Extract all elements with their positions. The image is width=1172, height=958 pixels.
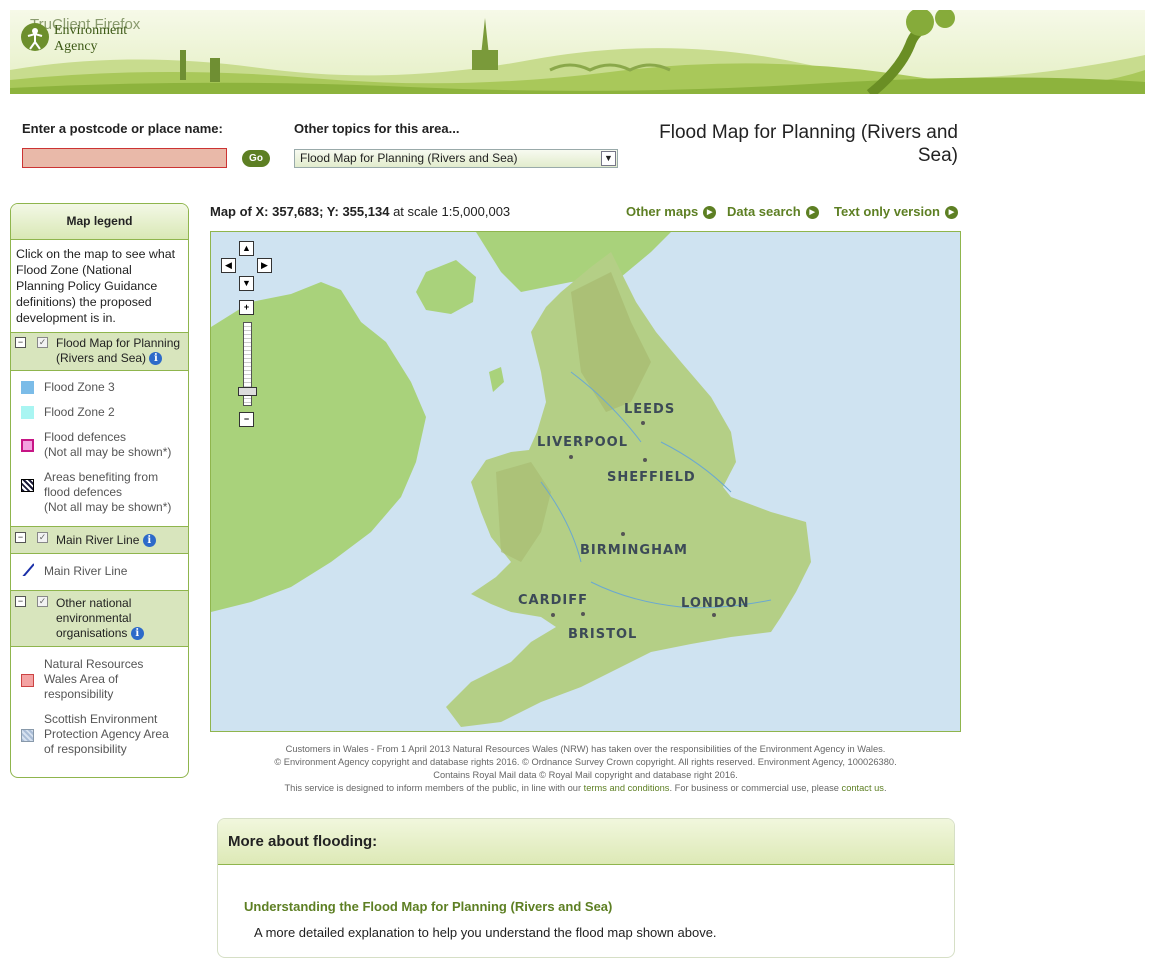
arrow-right-icon: ▶ [944, 206, 958, 220]
footer-line: This service is designed to inform membe… [284, 783, 887, 793]
footer-line: Contains Royal Mail data © Royal Mail co… [433, 770, 738, 780]
info-icon[interactable]: i [142, 534, 156, 548]
pan-left-button[interactable]: ◀ [221, 258, 236, 273]
layer-name: Main River Line [56, 533, 140, 547]
topics-label: Other topics for this area... [294, 121, 460, 136]
zoom-in-button[interactable]: + [239, 300, 254, 315]
legend-item: Areas benefiting from flood defences (No… [11, 470, 181, 515]
legend-item: Main River Line [11, 563, 181, 579]
footer-line: Customers in Wales - From 1 April 2013 N… [285, 744, 886, 754]
agency-name-line1: Environment [54, 23, 128, 38]
terms-link[interactable]: terms and conditions [584, 783, 670, 793]
copyright-footer: Customers in Wales - From 1 April 2013 N… [210, 743, 961, 795]
pan-down-button[interactable]: ▼ [239, 276, 254, 291]
legend-item: Flood Zone 2 [11, 405, 181, 420]
northern-ireland [416, 260, 476, 314]
text-only-link[interactable]: Text only version ▶ [834, 204, 958, 220]
city-label-cardiff: CARDIFF [518, 593, 588, 608]
flood-map-explanation-desc: A more detailed explanation to help you … [254, 925, 717, 940]
legend-item: Scottish Environment Protection Agency A… [11, 712, 181, 757]
postcode-label: Enter a postcode or place name: [22, 121, 223, 136]
layer-main-river: − ✓ Main River Line i [11, 527, 188, 554]
go-button[interactable]: Go [242, 150, 270, 167]
birmingham-marker [621, 532, 625, 536]
pan-up-button[interactable]: ▲ [239, 241, 254, 256]
map-coordinates-value: Map of X: 357,683; Y: 355,134 [210, 204, 390, 219]
legend-item: Flood Zone 3 [11, 380, 181, 395]
sheffield-marker [643, 458, 647, 462]
map-coordinates: Map of X: 357,683; Y: 355,134 at scale 1… [210, 204, 510, 219]
landscape-illustration [10, 10, 1145, 94]
legend-title: Map legend [11, 204, 188, 240]
collapse-toggle[interactable]: − [15, 596, 26, 607]
layer-checkbox[interactable]: ✓ [37, 532, 48, 543]
flood-zone-2-swatch [21, 406, 34, 419]
city-label-birmingham: BIRMINGHAM [580, 543, 688, 558]
agency-logo-icon [21, 23, 49, 51]
flood-defences-icon [21, 439, 34, 452]
city-label-leeds: LEEDS [624, 402, 675, 417]
more-about-flooding-panel: More about flooding: Understanding the F… [217, 818, 955, 958]
chevron-down-icon[interactable]: ▼ [601, 151, 616, 166]
layer-checkbox[interactable]: ✓ [37, 596, 48, 607]
isle-of-man [489, 367, 504, 392]
postcode-input[interactable] [22, 148, 227, 168]
main-river-items: Main River Line [11, 554, 188, 591]
panel-title: More about flooding: [218, 819, 954, 865]
bristol-marker [581, 612, 585, 616]
leeds-marker [641, 421, 645, 425]
footer-line: © Environment Agency copyright and datab… [274, 757, 897, 767]
hatched-area-icon [21, 479, 34, 492]
layer-checkbox[interactable]: ✓ [37, 337, 48, 348]
river-line-icon [22, 563, 34, 576]
other-maps-link[interactable]: Other maps ▶ [626, 204, 717, 220]
map-legend: Map legend Click on the map to see what … [10, 203, 189, 778]
city-label-london: LONDON [681, 596, 749, 611]
contact-link[interactable]: contact us [842, 783, 884, 793]
city-label-liverpool: LIVERPOOL [537, 435, 628, 450]
layer-other-orgs: − ✓ Other national environmental organis… [11, 591, 188, 647]
info-icon[interactable]: i [130, 627, 144, 641]
layer-flood-map: − ✓ Flood Map for Planning (Rivers and S… [11, 333, 188, 371]
legend-item: Flood defences (Not all may be shown*) [11, 430, 181, 460]
agency-name-line2: Agency [54, 39, 98, 54]
info-icon[interactable]: i [149, 352, 163, 366]
map-canvas[interactable]: LEEDS LIVERPOOL SHEFFIELD BIRMINGHAM CAR… [211, 232, 961, 732]
other-orgs-items: Natural Resources Wales Area of responsi… [11, 647, 188, 772]
zoom-slider-handle[interactable] [238, 387, 257, 396]
layer-name: Other national environmental organisatio… [56, 596, 132, 640]
pan-right-button[interactable]: ▶ [257, 258, 272, 273]
flood-zone-3-swatch [21, 381, 34, 394]
zoom-out-button[interactable]: − [239, 412, 254, 427]
topics-selected-value: Flood Map for Planning (Rivers and Sea) [300, 151, 518, 165]
cardiff-marker [551, 613, 555, 617]
city-label-sheffield: SHEFFIELD [607, 470, 696, 485]
page-title: Flood Map for Planning (Rivers and Sea) [659, 122, 958, 166]
data-search-link[interactable]: Data search ▶ [727, 204, 819, 220]
sepa-area-swatch [21, 729, 34, 742]
header-banner: TruClient Firefox Environment Agency [10, 10, 1145, 94]
legend-item: Natural Resources Wales Area of responsi… [11, 657, 181, 702]
city-label-bristol: BRISTOL [568, 627, 637, 642]
map-scale: at scale 1:5,000,003 [393, 204, 511, 219]
collapse-toggle[interactable]: − [15, 532, 26, 543]
flood-map-items: Flood Zone 3 Flood Zone 2 Flood defences… [11, 371, 188, 527]
legend-intro: Click on the map to see what Flood Zone … [11, 240, 188, 333]
flood-map-explanation-link[interactable]: Understanding the Flood Map for Planning… [244, 899, 612, 914]
nrw-area-swatch [21, 674, 34, 687]
flood-map[interactable]: LEEDS LIVERPOOL SHEFFIELD BIRMINGHAM CAR… [210, 231, 961, 732]
topics-select[interactable]: Flood Map for Planning (Rivers and Sea) … [294, 149, 618, 168]
london-marker [712, 613, 716, 617]
arrow-right-icon: ▶ [805, 206, 819, 220]
arrow-right-icon: ▶ [703, 206, 717, 220]
collapse-toggle[interactable]: − [15, 337, 26, 348]
liverpool-marker [569, 455, 573, 459]
agency-logo[interactable]: Environment Agency [20, 22, 150, 56]
